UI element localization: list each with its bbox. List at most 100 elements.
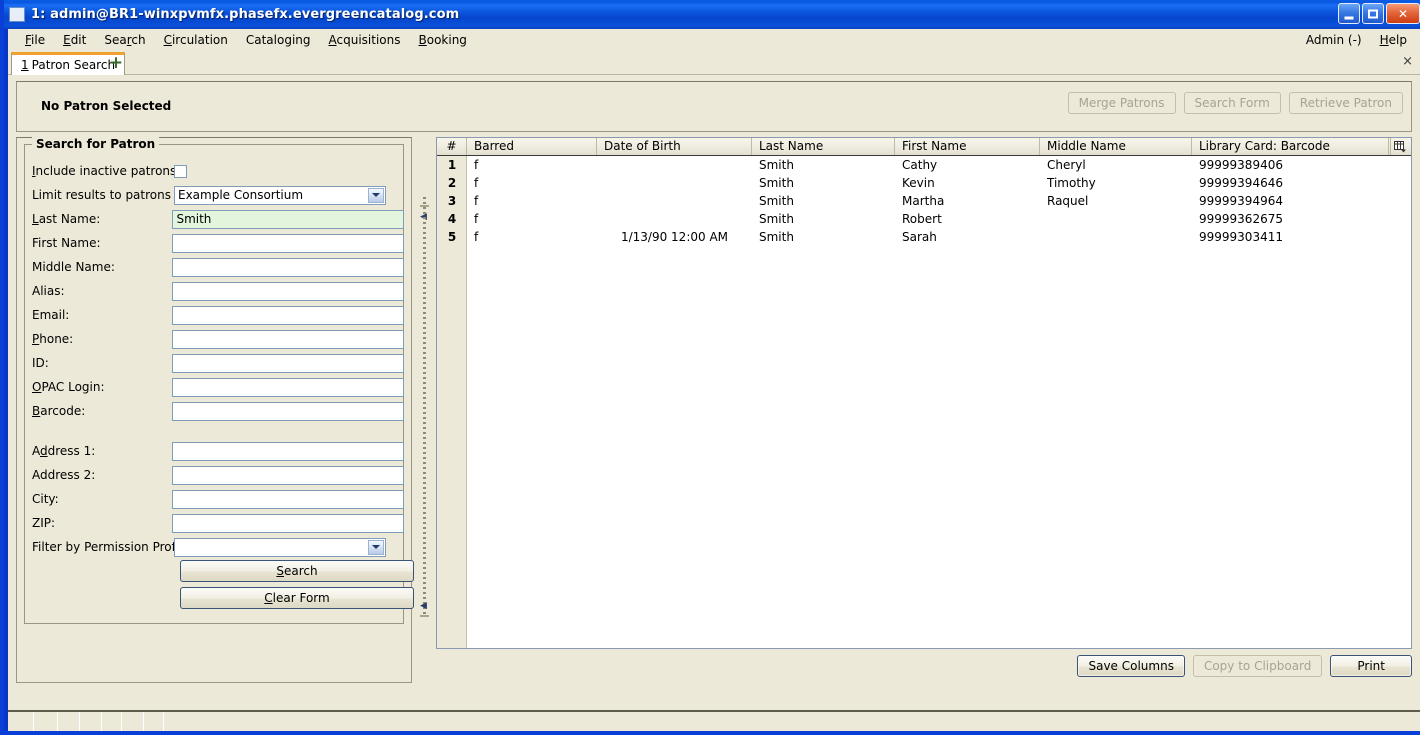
field-row-opac-login: OPAC Login: [26,375,404,399]
results-rows: 1 f Smith Cathy Cheryl 99999389406 2 f Smith Kevi… [437,156,1411,246]
results-grid: # Barred Date of Birth Last Name First N… [436,137,1412,649]
cell-first: Robert [902,212,942,226]
cell-num: 2 [447,176,457,190]
maximize-button[interactable] [1362,3,1384,24]
label-middle-name: Middle Name: [32,260,115,274]
cell-last: Smith [759,158,794,172]
cell-dob: 1/13/90 12:00 AM [620,230,729,244]
app-icon [9,7,25,22]
patron-status-label: No Patron Selected [41,99,172,113]
field-row-alias: Alias: [26,279,404,303]
cell-middle: Timothy [1047,176,1096,190]
title-bar: 1: admin@BR1-winxpvmfx.phasefx.evergreen… [4,0,1420,29]
city-input[interactable] [172,489,404,509]
column-header-barcode[interactable]: Library Card: Barcode [1192,138,1391,155]
phone-input[interactable] [172,329,404,349]
status-cell-rest [164,712,1420,731]
email-input[interactable] [172,305,404,325]
table-row[interactable]: 5 f 1/13/90 12:00 AM Smith Sarah 99999303411 [437,228,1411,246]
window-controls: ✕ [1338,3,1420,24]
table-row[interactable]: 4 f Smith Robert 99999362675 [437,210,1411,228]
column-header-number[interactable]: # [437,138,467,155]
field-row-barcode: Barcode: [26,399,404,423]
id-input[interactable] [172,353,404,373]
address1-input[interactable] [172,441,404,461]
field-row-email: Email: [26,303,404,327]
opac-login-input[interactable] [172,377,404,397]
close-icon: ✕ [1397,6,1409,21]
content-area: No Patron Selected Merge Patrons Search … [8,75,1420,731]
retrieve-patron-button[interactable]: Retrieve Patron [1288,92,1403,114]
search-form-button[interactable]: Search Form [1183,92,1281,114]
cell-barcode: 99999394646 [1199,176,1283,190]
cell-last: Smith [759,230,794,244]
field-row-permission-profile: Filter by Permission Profile: [26,535,404,559]
client-area: File Edit Search Circulation Cataloging … [8,29,1420,731]
results-grid-body: 1 f Smith Cathy Cheryl 99999389406 2 f Smith Kevi… [437,156,1411,648]
include-inactive-checkbox[interactable] [174,164,187,178]
split-region: Search for Patron Include inactive patro… [16,137,1412,683]
patron-summary-bar: No Patron Selected Merge Patrons Search … [16,81,1412,132]
label-email: Email: [32,308,70,322]
column-config-icon[interactable] [1388,138,1411,155]
alias-input[interactable] [172,281,404,301]
table-row[interactable]: 3 f Smith Martha Raquel 99999394964 [437,192,1411,210]
column-header-barred[interactable]: Barred [467,138,597,155]
column-header-first-name[interactable]: First Name [895,138,1040,155]
column-header-last-name[interactable]: Last Name [752,138,895,155]
cell-last: Smith [759,176,794,190]
menu-edit[interactable]: Edit [54,32,95,48]
limit-results-select[interactable]: Example Consortium [174,185,386,205]
merge-patrons-button[interactable]: Merge Patrons [1067,92,1176,114]
menu-cataloging[interactable]: Cataloging [237,32,320,48]
menu-search[interactable]: Search [95,32,154,48]
cell-barred: f [474,194,479,208]
status-bar [8,710,1420,731]
middle-name-input[interactable] [172,257,404,277]
clear-form-button[interactable]: Clear Form [180,587,414,609]
status-cell-5 [102,712,122,731]
copy-to-clipboard-button[interactable]: Copy to Clipboard [1192,655,1323,677]
label-alias: Alias: [32,284,65,298]
field-row-limit-results: Limit results to patrons in Example Cons… [26,183,404,207]
zip-input[interactable] [172,513,404,533]
label-zip: ZIP: [32,516,56,530]
barcode-input[interactable] [172,401,404,421]
menu-circulation[interactable]: Circulation [155,32,237,48]
splitter-grip [423,197,426,617]
menu-booking[interactable]: Booking [410,32,476,48]
close-tab-icon[interactable]: × [1402,54,1413,70]
minimize-button[interactable] [1338,3,1360,24]
label-id: ID: [32,356,49,370]
field-row-address2: Address 2: [26,463,404,487]
new-tab-button[interactable]: + [106,53,126,73]
pane-splitter[interactable]: ◀ ◀ [414,137,436,683]
menu-acquisitions[interactable]: Acquisitions [320,32,410,48]
last-name-input[interactable] [172,209,404,229]
table-row[interactable]: 2 f Smith Kevin Timothy 99999394646 [437,174,1411,192]
save-columns-button[interactable]: Save Columns [1077,655,1185,677]
cell-first: Martha [902,194,945,208]
menu-help[interactable]: Help [1371,32,1416,48]
table-row[interactable]: 1 f Smith Cathy Cheryl 99999389406 [437,156,1411,174]
column-header-middle-name[interactable]: Middle Name [1040,138,1192,155]
menu-admin[interactable]: Admin (-) [1297,32,1371,48]
status-cell-2 [34,712,58,731]
close-button[interactable]: ✕ [1386,3,1420,24]
menu-file[interactable]: File [16,32,54,48]
tab-strip: 1 Patron Search + × [8,50,1420,75]
cell-first: Sarah [902,230,937,244]
label-first-name: First Name: [32,236,101,250]
column-header-dob[interactable]: Date of Birth [597,138,752,155]
search-button[interactable]: Search [180,560,414,582]
cell-middle: Cheryl [1047,158,1086,172]
first-name-input[interactable] [172,233,404,253]
cell-num: 5 [447,230,457,244]
tab-label: Patron Search [31,58,116,72]
address2-input[interactable] [172,465,404,485]
permission-profile-select[interactable] [174,537,386,557]
splitter-collapse-left-icon-2[interactable]: ◀ [420,602,429,611]
field-row-zip: ZIP: [26,511,404,535]
cell-num: 3 [447,194,457,208]
print-button[interactable]: Print [1330,655,1412,677]
